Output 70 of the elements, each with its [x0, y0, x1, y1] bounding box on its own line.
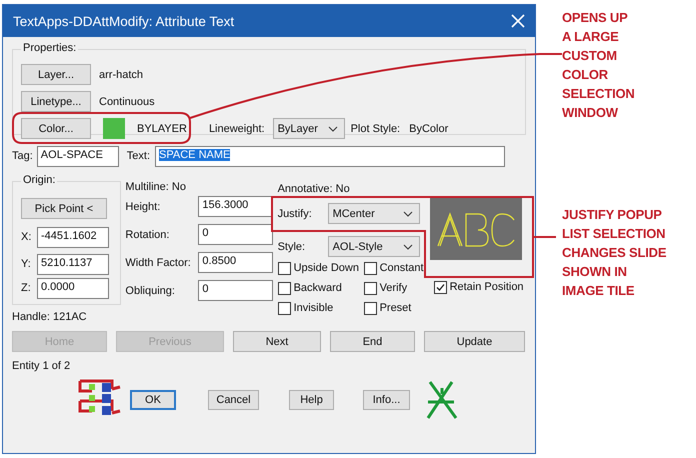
caret-icon	[328, 126, 338, 132]
checkbox-label: Upside Down	[294, 262, 359, 274]
leader-line	[534, 236, 556, 238]
close-icon[interactable]	[511, 14, 525, 28]
color-swatch	[103, 118, 125, 139]
metric-field[interactable]: 0.8500	[198, 252, 274, 273]
coordinate-field[interactable]: 5210.1137	[37, 254, 109, 274]
caret-icon	[402, 210, 413, 216]
lineweight-label: Lineweight:	[208, 122, 265, 134]
property-value: arr-hatch	[99, 68, 144, 80]
dialog-button[interactable]: Info...	[363, 390, 410, 410]
plot-style-value: ByColor	[409, 122, 448, 134]
checkbox[interactable]	[364, 302, 377, 314]
annotative-text: Annotative: No	[278, 183, 351, 195]
coordinate-field[interactable]: 0.0000	[37, 278, 109, 298]
entity-count: Entity 1 of 2	[12, 360, 72, 372]
checkbox-label: Backward	[294, 282, 342, 294]
checkbox-label: Constant	[380, 262, 424, 274]
callout-text: JUSTIFY POPUP LIST SELECTION CHANGES SLIDE SHOWN IN IMAGE TILE	[562, 206, 666, 300]
coordinate-field[interactable]: -4451.1602	[37, 226, 109, 248]
group-label: Properties:	[21, 42, 78, 54]
navigation-button[interactable]: Update	[424, 331, 525, 352]
checkbox-label: Verify	[380, 282, 408, 294]
dialog-button[interactable]: OK	[130, 390, 176, 410]
property-button[interactable]: Layer...	[21, 64, 91, 85]
navigation-button[interactable]: Next	[233, 331, 321, 352]
checkbox[interactable]	[364, 282, 377, 294]
checkbox[interactable]	[278, 262, 291, 274]
checkbox[interactable]	[278, 302, 291, 314]
window-title: TextApps-DDAttModify: Attribute Text	[13, 14, 234, 28]
color-value: BYLAYER	[137, 122, 187, 134]
plot-style-label: Plot Style:	[350, 122, 400, 134]
metric-label: Obliquing:	[125, 284, 176, 296]
checkbox-label: Invisible	[294, 302, 334, 314]
property-button[interactable]: Linetype...	[21, 91, 91, 112]
metric-label: Height:	[125, 200, 162, 212]
checkbox-label: Retain Position	[450, 281, 524, 293]
metric-label: Width Factor:	[125, 256, 192, 268]
tag-label: Tag:	[12, 150, 33, 162]
checkbox[interactable]	[278, 282, 291, 294]
tag-field[interactable]: AOL-SPACE	[36, 146, 119, 166]
lineweight-dropdown[interactable]: ByLayer	[272, 118, 345, 139]
compass-icon	[424, 380, 460, 420]
justify-label: Justify:	[278, 208, 313, 220]
metric-label: Rotation:	[125, 228, 170, 240]
dialog-button[interactable]: Cancel	[208, 390, 259, 410]
navigation-button[interactable]: End	[330, 331, 415, 352]
dialog-button[interactable]: Help	[289, 390, 334, 410]
property-value: Continuous	[99, 96, 155, 108]
metric-field[interactable]: 0	[198, 280, 274, 301]
style-dropdown[interactable]: AOL-Style	[328, 236, 420, 257]
group-label: Origin:	[21, 174, 58, 186]
handle-text: Handle: 121AC	[12, 311, 88, 323]
checkbox[interactable]	[364, 262, 377, 274]
callout-text: OPENS UP A LARGE CUSTOM COLOR SELECTION WINDOW	[562, 9, 635, 122]
checkbox-label: Preset	[380, 302, 412, 314]
caret-icon	[402, 244, 413, 250]
style-label: Style:	[278, 240, 306, 252]
text-field[interactable]: SPACE NAME	[155, 146, 506, 166]
multiline-text: Multiline: No	[125, 181, 187, 193]
justify-dropdown[interactable]: MCenter	[328, 203, 420, 224]
metric-field[interactable]: 0	[198, 224, 274, 245]
pick-point-button[interactable]: Pick Point <	[21, 198, 107, 219]
checkbox[interactable]	[434, 280, 447, 294]
coordinate-label: X:	[21, 231, 32, 243]
text-label: Text:	[126, 150, 150, 162]
metric-field[interactable]: 156.3000	[198, 196, 274, 217]
coordinate-label: Z:	[21, 282, 32, 294]
coordinate-label: Y:	[21, 258, 32, 270]
color-button[interactable]: Color...	[21, 118, 91, 139]
